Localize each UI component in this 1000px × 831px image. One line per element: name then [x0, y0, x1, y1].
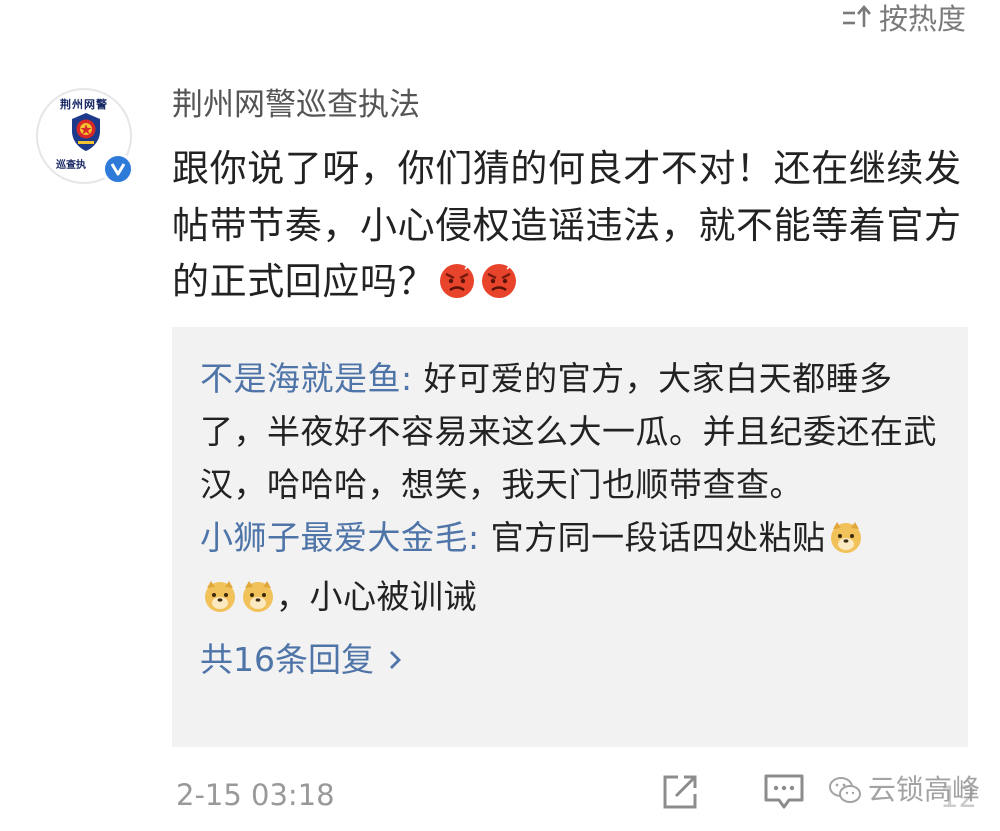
reply-username[interactable]: 不是海就是鱼 — [200, 359, 401, 398]
view-all-replies-label: 共16条回复 — [200, 640, 374, 679]
reply-text-tail: ，小心被训诫 — [276, 577, 477, 616]
sort-label: 按热度 — [878, 2, 966, 36]
verified-badge-icon — [102, 153, 134, 185]
comment-body: 跟你说了呀，你们猜的何良才不对！还在继续发帖带节奏，小心侵权造谣违法，就不能等着… — [172, 141, 972, 317]
sort-by-popularity-toggle[interactable]: 按热度 — [841, 0, 966, 40]
watermark: 云锁高峰 — [828, 766, 981, 814]
reply-separator: : — [468, 518, 480, 557]
sort-icon — [841, 3, 873, 31]
wechat-icon — [829, 777, 861, 803]
replies-panel: 不是海就是鱼: 好可爱的官方，大家白天都睡多了，半夜好不容易来这么大一瓜。并且纪… — [172, 327, 968, 747]
comment-timestamp: 2-15 03:18 — [176, 778, 335, 812]
police-emblem-icon — [72, 113, 100, 151]
watermark-text: 云锁高峰 — [868, 766, 981, 814]
reply-text: 官方同一段话四处粘贴 — [479, 518, 826, 557]
avatar-top-text: 荆州网警 — [60, 98, 108, 111]
angry-face-emoji — [437, 260, 477, 317]
angry-face-emoji — [479, 260, 519, 317]
view-all-replies-link[interactable]: 共16条回复 — [200, 633, 402, 686]
reply-username[interactable]: 小狮子最爱大金毛 — [200, 518, 468, 557]
doge-emoji — [828, 517, 864, 570]
chevron-right-icon — [390, 650, 401, 669]
reply-item[interactable]: 小狮子最爱大金毛: 官方同一段话四处粘贴 ，小心被训诫 — [200, 511, 940, 629]
comment-text: 跟你说了呀，你们猜的何良才不对！还在继续发帖带节奏，小心侵权造谣违法，就不能等着… — [172, 147, 962, 303]
comment-icon[interactable] — [763, 772, 805, 816]
avatar-bottom-text: 巡查执 — [56, 160, 86, 171]
reply-separator: : — [401, 359, 413, 398]
share-icon[interactable] — [660, 772, 700, 816]
reply-item[interactable]: 不是海就是鱼: 好可爱的官方，大家白天都睡多了，半夜好不容易来这么大一瓜。并且纪… — [200, 352, 940, 511]
doge-emoji — [202, 576, 238, 629]
doge-emoji — [240, 576, 276, 629]
author-name[interactable]: 荆州网警巡查执法 — [172, 79, 420, 131]
